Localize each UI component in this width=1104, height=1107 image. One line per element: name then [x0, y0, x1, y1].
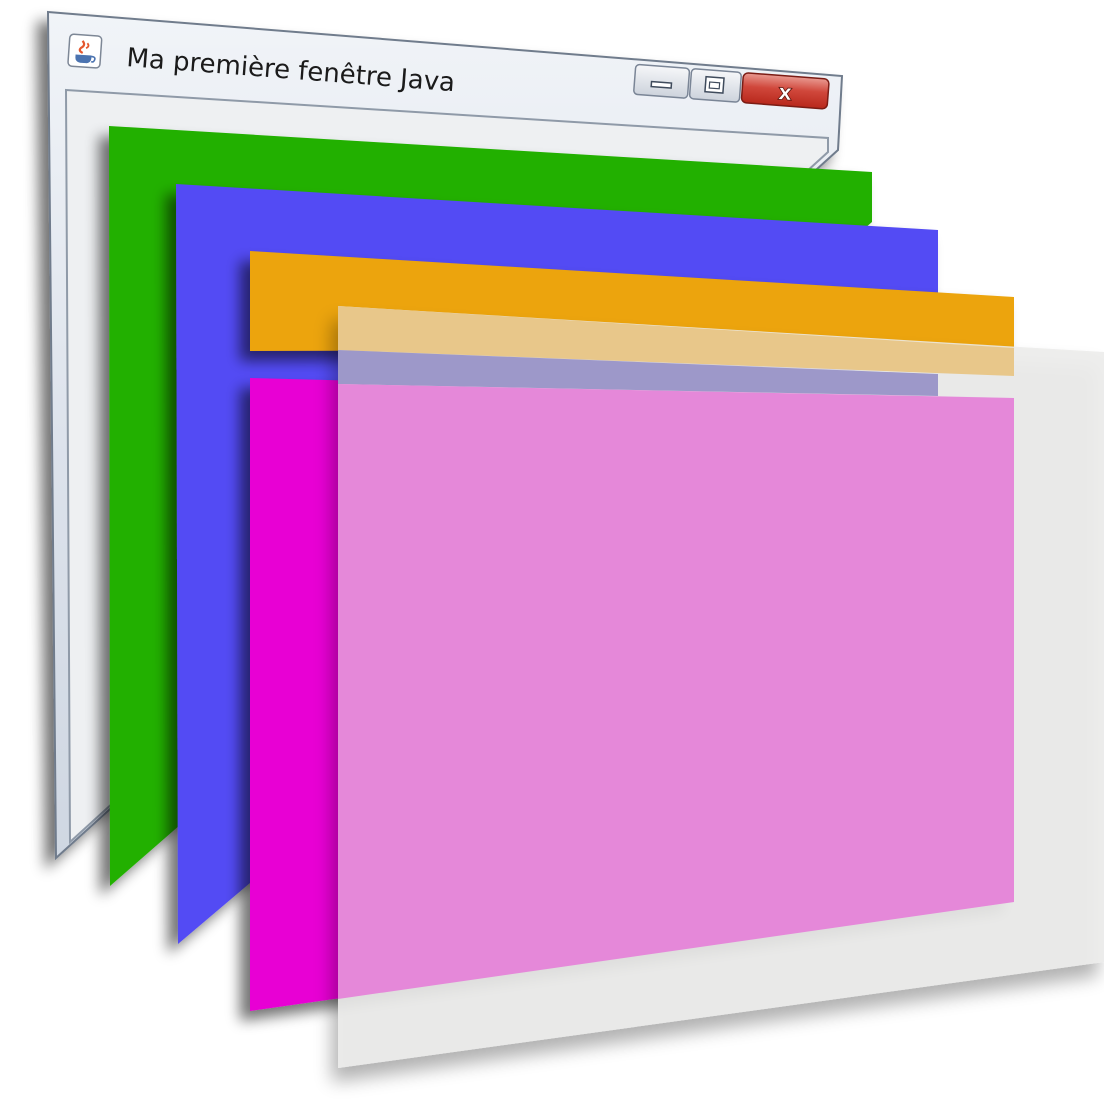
maximize-icon	[704, 75, 725, 94]
maximize-button[interactable]	[688, 68, 742, 103]
java-cup-icon	[67, 33, 103, 69]
minimize-icon	[650, 80, 673, 89]
close-icon: x	[777, 80, 793, 106]
layered-pane-diagram: Ma première fenêtre Java x	[46, 10, 1104, 1068]
pink-overlap	[338, 384, 1014, 999]
close-button[interactable]: x	[740, 72, 830, 110]
minimize-button[interactable]	[633, 63, 691, 99]
glass-pane	[338, 306, 1104, 1068]
